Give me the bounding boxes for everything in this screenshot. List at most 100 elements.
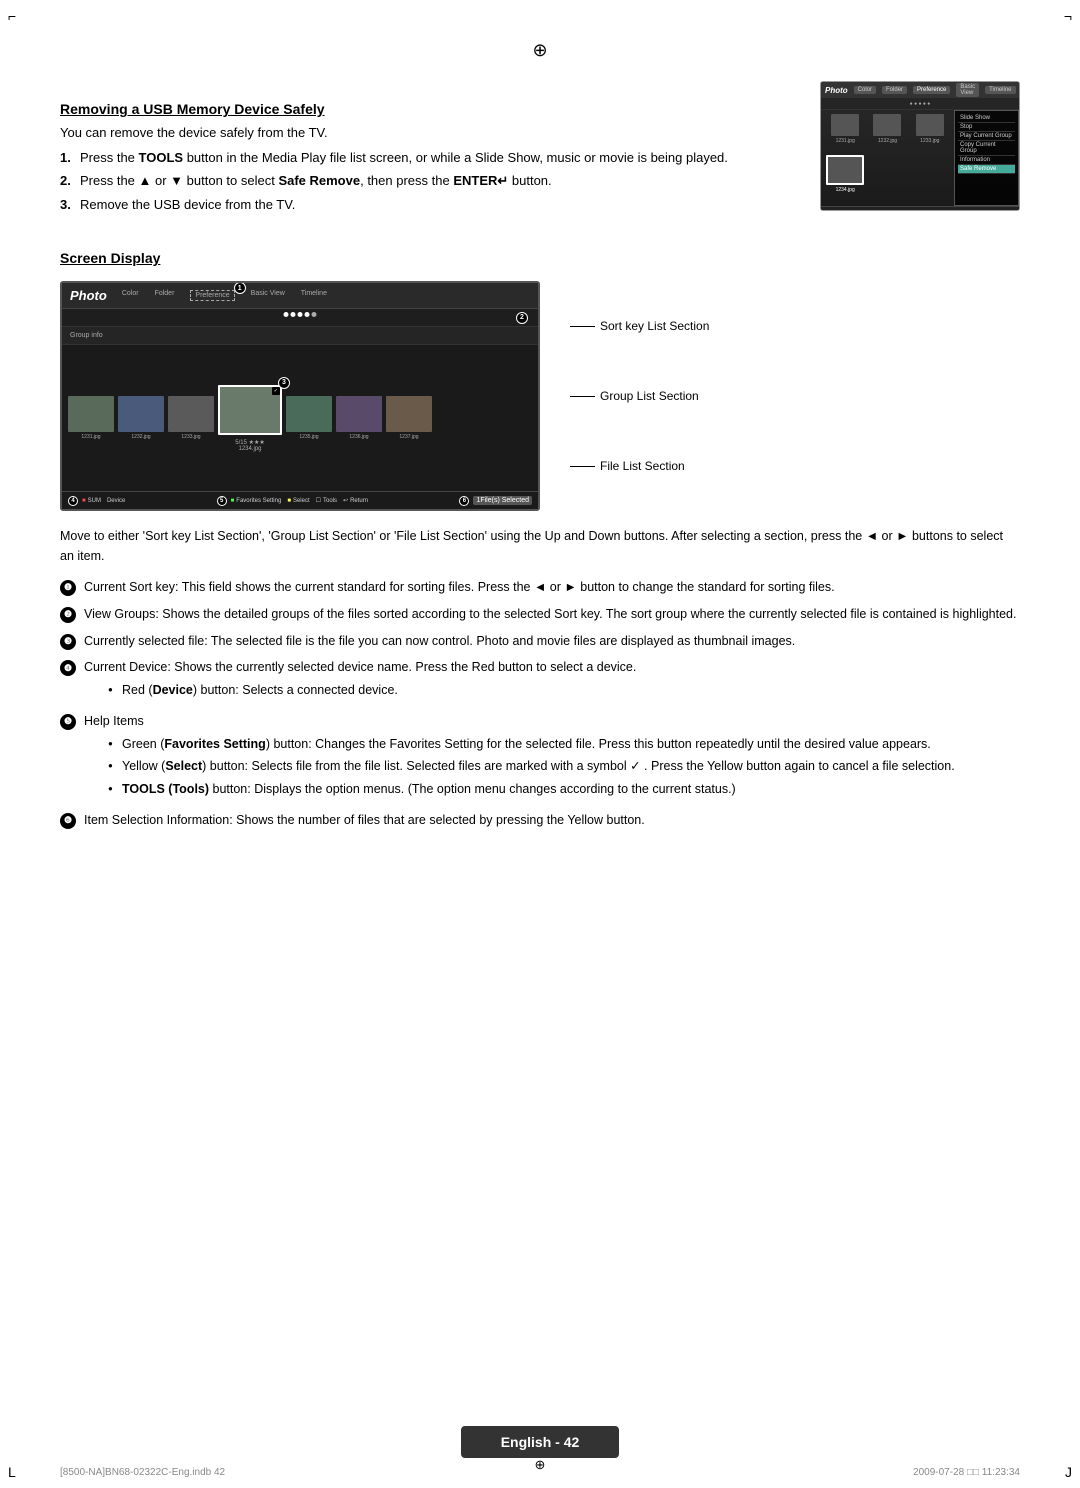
photo-tab-folder: Folder [150,288,180,303]
screen-labels: Sort key List Section Group List Section… [570,281,709,511]
tv-thumb-1-label: 1231.jpg [836,138,855,144]
thumb-lbl-1237: 1237.jpg [399,434,418,440]
tv-thumb-group-3: 1233.jpg [910,114,950,153]
badge-4: 4 [68,496,78,506]
step-num-3: 3. [60,197,71,212]
corner-tr: ¬ [1064,8,1072,24]
usb-step-2: 2. Press the ▲ or ▼ button to select Saf… [60,173,800,189]
badge-4-wrap: 4 [68,496,80,506]
thumb-img-1235 [286,396,332,432]
sum-label: SUM [88,498,101,504]
thumb-img-1233 [168,396,214,432]
thumb-lbl-1236: 1236.jpg [349,434,368,440]
badge-3: 3 [278,377,290,389]
english-badge: English - 42 [461,1426,620,1458]
photo-title-text: Photo [70,288,107,303]
thumb-1234-selected: ✓ 3 5/15 ★★★ 1234.jpg [218,385,282,452]
file-list-label: File List Section [570,459,709,473]
tv-tab-folder: Folder [882,86,907,94]
enter-bold: ENTER↵ [453,173,508,188]
tv-menu-slideshow: Slide Show [958,114,1015,123]
circle-4: ❹ [60,660,76,676]
tv-tab-basic: Basic View [956,83,979,97]
tv-top-bar: Photo Color Folder Preference Basic View… [821,82,1019,98]
group-list-label: Group List Section [570,389,709,403]
badge-5: 5 [217,496,227,506]
usb-section: Removing a USB Memory Device Safely You … [60,81,1020,220]
thumb-img-1232 [118,396,164,432]
photo-bottom-bar: 4 ■ SUM Device 5 ■ Favorites Setting ■ S… [62,491,538,509]
select-label: Select [293,498,310,504]
safe-remove-bold: Safe Remove [278,173,360,188]
desc-text-5: Help Items [84,714,144,728]
badge-1: 1 [234,282,246,294]
corner-tl: ⌐ [8,8,16,24]
bottom-fav-btn: 5 ■ Favorites Setting ■ Select ☐ Tools ↩… [217,496,368,506]
tv-menu: Slide Show Stop Play Current Group Copy … [954,110,1019,206]
thumb-lbl-1235: 1235.jpg [299,434,318,440]
sort-dots [284,312,317,317]
sort-key-label: Sort key List Section [570,319,709,333]
desc-text-1: Current Sort key: This field shows the c… [84,578,835,597]
photo-thumbs-area: 1231.jpg 1232.jpg 1233.jpg [62,345,538,491]
tv-thumb-1 [831,114,859,136]
desc-text-3: Currently selected file: The selected fi… [84,632,795,651]
tv-thumb-4-label: 1234.jpg [836,187,855,193]
sub-item-5-1: Green (Favorites Setting) button: Change… [108,735,955,754]
bottom-count-btn: 6 1File(s) Selected [459,496,532,506]
desc-item-2: ❷ View Groups: Shows the detailed groups… [60,605,1020,624]
sub-item-5-2: Yellow (Select) button: Selects file fro… [108,757,955,776]
desc-item-4: ❹ Current Device: Shows the currently se… [60,658,1020,704]
photo-group-row: Group info [62,327,538,345]
badge-5-wrap: 5 [217,496,229,506]
page-footer: English - 42 [0,1426,1080,1458]
sort-row-right: 2 [516,312,528,324]
dot-5 [312,312,317,317]
return-icon: ↩ [343,497,348,504]
step-num-1: 1. [60,150,71,165]
photo-tabs: Color Folder Preference 1 Basic View Tim… [117,288,332,303]
description-list: ❶ Current Sort key: This field shows the… [60,578,1020,830]
screen-display-title: Screen Display [60,250,1020,266]
screen-diagram-wrapper: Photo Color Folder Preference 1 Basic Vi… [60,281,1020,511]
check-indicator: ✓ [272,387,280,395]
file-selected-badge: 1File(s) Selected [473,496,532,505]
tv-menu-safe-remove: Safe Remove [958,165,1015,174]
photo-tab-preference-box: Preference [190,290,234,301]
select-icon: ■ [287,498,291,504]
corner-br: J [1065,1464,1072,1480]
tools-label-bottom: Tools [323,498,337,504]
thumb-1235: 1235.jpg [286,396,332,440]
tv-screenshot: Photo Color Folder Preference Basic View… [820,81,1020,211]
select-bold: Select [165,759,202,773]
badge-2: 2 [516,312,528,324]
photo-tab-timeline: Timeline [296,288,332,303]
thumb-lbl-1234: 1234.jpg [238,446,261,452]
circle-1: ❶ [60,580,76,596]
page-container: ⌐ ¬ ⊕ Removing a USB Memory Device Safel… [0,0,1080,1488]
photo-tab-color: Color [117,288,144,303]
photo-screen: Photo Color Folder Preference 1 Basic Vi… [60,281,540,511]
compass-icon-top: ⊕ [532,40,547,60]
footer-right-note: 2009-07-28 □□ 11:23:34 [913,1467,1020,1478]
tv-menu-play-group: Play Current Group [958,132,1015,141]
step-num-2: 2. [60,173,71,188]
device-label: Device [107,498,125,504]
usb-step-3: 3. Remove the USB device from the TV. [60,197,800,212]
tv-thumb-3-label: 1233.jpg [920,138,939,144]
group-info: Group info [70,332,103,339]
circle-2: ❷ [60,607,76,623]
usb-section-title: Removing a USB Memory Device Safely [60,101,800,117]
desc-item-5: ❺ Help Items Green (Favorites Setting) b… [60,712,1020,803]
tv-tab-color: Color [854,86,876,94]
sub-list-4: Red (Device) button: Selects a connected… [108,681,636,700]
tv-thumb-group-2: 1232.jpg [867,114,907,153]
usb-intro: You can remove the device safely from th… [60,125,800,140]
sub-list-5: Green (Favorites Setting) button: Change… [108,735,955,799]
tv-menu-stop: Stop [958,123,1015,132]
tv-thumbnails: 1231.jpg 1232.jpg 1233.jpg 1234.jpg [821,110,954,206]
tv-sort-row: ● ● ● ● ● [821,98,1019,110]
tools-icon: ☐ [316,497,321,504]
corner-bl: L [8,1464,16,1480]
sub-item-4-1: Red (Device) button: Selects a connected… [108,681,636,700]
